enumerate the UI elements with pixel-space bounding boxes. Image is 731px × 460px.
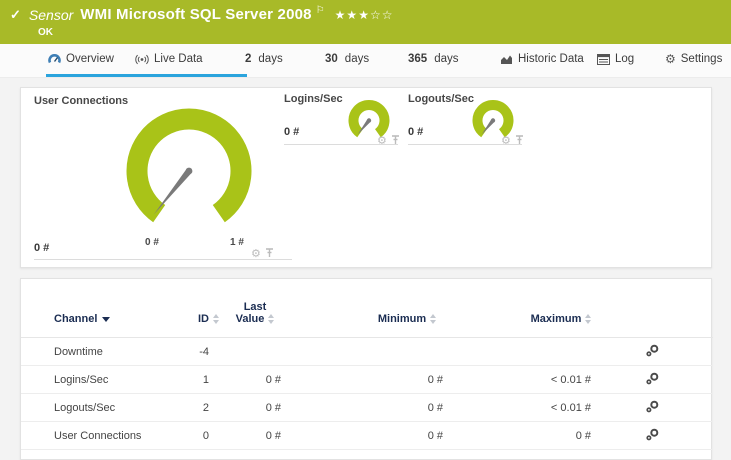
live-signal-icon: [135, 54, 149, 65]
tab-settings[interactable]: ⚙ Settings: [665, 53, 722, 65]
tab-2-days-number: 2: [245, 53, 252, 65]
logins-current-value: 0 #: [284, 126, 300, 138]
sort-icon: [430, 314, 437, 325]
channel-settings-gears-icon[interactable]: [646, 372, 659, 388]
sensor-status-banner: ✓ Sensor WMI Microsoft SQL Server 2008 ⚐…: [0, 0, 731, 44]
ok-check-icon: ✓: [10, 6, 21, 22]
channel-id: 2: [176, 393, 219, 422]
area-chart-icon: [500, 54, 513, 65]
pin-icon[interactable]: [391, 132, 400, 150]
channel-id: 0: [176, 421, 219, 450]
header-id[interactable]: ID: [176, 301, 219, 338]
gear-icon[interactable]: ⚙: [251, 248, 261, 260]
channel-id: -4: [176, 337, 219, 366]
table-row: Logins/Sec 1 0 # 0 # < 0.01 #: [21, 365, 713, 394]
log-list-icon: [597, 53, 610, 65]
tab-365-days[interactable]: 365 days: [408, 53, 458, 65]
channels-panel: Channel ID Last Value Minimum Maximum Do…: [20, 278, 713, 460]
sort-icon: [213, 314, 219, 325]
channel-minimum: 0 #: [291, 365, 453, 394]
channel-name: Logins/Sec: [21, 365, 176, 394]
logouts-current-value: 0 #: [408, 126, 424, 138]
gauge-icon: [48, 53, 61, 65]
header-last-value[interactable]: Last Value: [219, 301, 291, 338]
header-channel-label: Channel: [54, 313, 98, 325]
channel-maximum: 0 #: [453, 421, 601, 450]
chevron-down-icon: [102, 316, 111, 322]
pin-icon[interactable]: [515, 132, 524, 150]
sort-icon: [585, 314, 592, 325]
channels-table: Channel ID Last Value Minimum Maximum Do…: [21, 301, 713, 450]
tab-30-days-number: 30: [325, 53, 338, 65]
header-last-value-line2: Value: [235, 313, 265, 325]
channel-minimum: 0 #: [291, 393, 453, 422]
gauge-title-logins: Logins/Sec: [284, 93, 343, 105]
channel-settings-gears-icon[interactable]: [646, 400, 659, 416]
channel-name: Downtime: [21, 337, 176, 366]
tab-live-data-label: Live Data: [154, 53, 203, 65]
gauges-panel: User Connections 0 # 1 # 0 # ⚙ Logins/Se…: [20, 87, 712, 268]
table-row: Downtime -4: [21, 337, 713, 366]
channel-maximum: [453, 337, 601, 366]
tab-overview-label: Overview: [66, 53, 114, 65]
channel-last-value: 0 #: [219, 421, 291, 450]
tab-2-days-unit: days: [258, 53, 283, 65]
gauge-title-user-connections: User Connections: [34, 95, 129, 107]
table-row: User Connections 0 0 # 0 # 0 #: [21, 421, 713, 450]
channel-last-value: 0 #: [219, 393, 291, 422]
active-tab-indicator: [46, 74, 247, 77]
channel-id: 1: [176, 365, 219, 394]
sensor-title: WMI Microsoft SQL Server 2008: [80, 6, 312, 23]
tab-365-days-unit: days: [434, 53, 459, 65]
tab-live-data[interactable]: Live Data: [135, 53, 203, 65]
header-id-label: ID: [198, 313, 209, 325]
channel-last-value: 0 #: [219, 365, 291, 394]
tab-2-days[interactable]: 2 days: [245, 53, 283, 65]
flag-icon[interactable]: ⚐: [316, 5, 325, 16]
tab-30-days-unit: days: [344, 53, 370, 65]
gauge-title-logouts: Logouts/Sec: [408, 93, 475, 105]
tab-30-days[interactable]: 30 days: [325, 53, 369, 65]
header-last-value-line1: Last: [243, 301, 267, 313]
header-maximum[interactable]: Maximum: [453, 301, 601, 338]
header-minimum-label: Minimum: [377, 313, 427, 325]
settings-gear-icon: ⚙: [665, 52, 676, 66]
header-maximum-label: Maximum: [530, 313, 582, 325]
tab-log[interactable]: Log: [597, 53, 634, 65]
tab-historic-data[interactable]: Historic Data: [500, 53, 584, 65]
channel-maximum: < 0.01 #: [453, 393, 601, 422]
tab-bar: Overview Live Data 2 days 30 days 365 da…: [0, 44, 731, 78]
channel-settings-gears-icon[interactable]: [646, 428, 659, 444]
object-kind-label: Sensor: [28, 6, 74, 23]
channel-name: User Connections: [21, 421, 176, 450]
tab-historic-data-label: Historic Data: [518, 53, 584, 65]
user-connections-current-value: 0 #: [34, 242, 50, 254]
channel-name: Logouts/Sec: [21, 393, 176, 422]
header-minimum[interactable]: Minimum: [291, 301, 453, 338]
header-channel[interactable]: Channel: [21, 301, 176, 338]
status-badge: OK: [38, 27, 53, 38]
channel-settings-gears-icon[interactable]: [646, 344, 659, 360]
gauge-min-label: 0 #: [145, 237, 159, 248]
table-row: Logouts/Sec 2 0 # 0 # < 0.01 #: [21, 393, 713, 422]
pin-icon[interactable]: [265, 245, 274, 263]
channel-maximum: < 0.01 #: [453, 365, 601, 394]
sort-icon: [268, 314, 275, 325]
tab-365-days-number: 365: [408, 53, 428, 65]
channel-last-value: [219, 337, 291, 366]
channel-minimum: [291, 337, 453, 366]
user-connections-gauge: [126, 108, 252, 223]
tab-overview[interactable]: Overview: [48, 53, 114, 65]
channel-minimum: 0 #: [291, 421, 453, 450]
tab-log-label: Log: [615, 53, 635, 65]
table-header-row: Channel ID Last Value Minimum Maximum: [21, 301, 713, 338]
tab-settings-label: Settings: [680, 53, 723, 65]
priority-stars[interactable]: ★★★☆☆: [335, 8, 394, 22]
